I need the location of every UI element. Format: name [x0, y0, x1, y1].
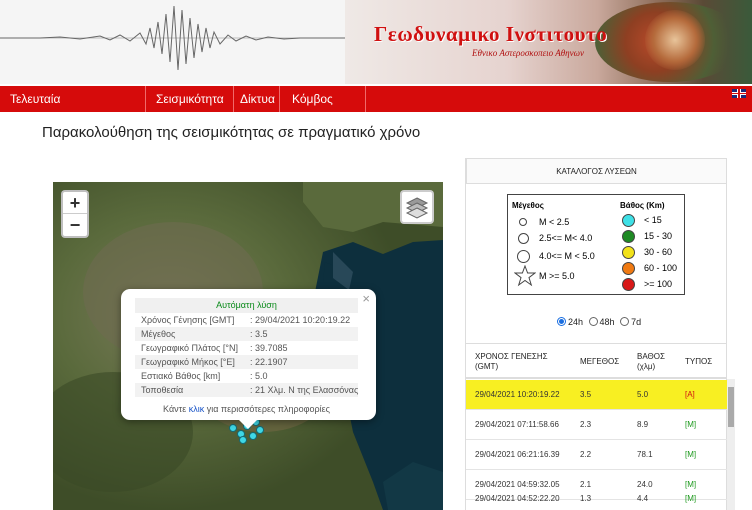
legend-depth-item: 15 - 30 [644, 231, 673, 241]
nav-item-networks[interactable]: Δίκτυα [234, 86, 280, 112]
popup-close-button[interactable]: × [362, 291, 370, 306]
legend-depth-item: < 15 [644, 215, 662, 225]
legend-magnitude-title: Μέγεθος [512, 201, 544, 210]
quake-marker[interactable] [249, 432, 257, 440]
nav-item-announcements[interactable]: Τελευταία Ανακοινωθέντα [4, 86, 146, 132]
table-header: ΧΡΟΝΟΣ ΓΕΝΕΣΗΣ (GMT) ΜΕΓΕΘΟΣ ΒΑΘΟΣ (χλμ)… [466, 343, 727, 379]
mag-medium-icon [518, 233, 529, 244]
depth-dot-icon [622, 246, 635, 259]
col-type: ΤΥΠΟΣ [685, 357, 713, 366]
quake-marker[interactable] [229, 424, 237, 432]
legend-depth-item: >= 100 [644, 279, 673, 289]
legend-depth-item: 60 - 100 [644, 263, 678, 273]
legend-mag-item: 4.0<= M < 5.0 [539, 251, 595, 261]
page-title: Παρακολούθηση της σεισμικότητας σε πραγμ… [42, 124, 421, 141]
table-row[interactable]: 29/04/2021 06:21:16.39 2.2 78.1 [M] [466, 440, 727, 470]
legend-mag-item: M < 2.5 [539, 217, 570, 227]
popup-row-magnitude: Μέγεθος: 3.5 [135, 327, 358, 341]
quake-marker[interactable] [256, 426, 264, 434]
zoom-in-button[interactable]: + [63, 192, 87, 214]
cell-type: [M] [685, 494, 697, 503]
table-row[interactable]: 29/04/2021 04:52:22.20 1.3 4.4 [M] [466, 484, 727, 510]
popup-row-origin-time: Χρόνος Γένησης [GMT]: 29/04/2021 10:20:1… [141, 315, 351, 325]
popup-row-latitude: Γεωγραφικό Πλάτος [°N]: 39.7085 [141, 343, 288, 353]
col-origin-time: ΧΡΟΝΟΣ ΓΕΝΕΣΗΣ (GMT) [475, 352, 548, 371]
nav-item-eida[interactable]: Κόμβος EIDA [286, 86, 366, 132]
cell-magnitude: 2.3 [580, 420, 592, 429]
cell-time: 29/04/2021 06:21:16.39 [475, 450, 560, 459]
popup-row-longitude: Γεωγραφικό Μήκος [°E]: 22.1907 [135, 355, 358, 369]
popup-row-depth: Εστιακό Βάθος [km]: 5.0 [141, 371, 268, 381]
depth-dot-icon [622, 214, 635, 227]
zoom-out-button[interactable]: − [63, 214, 87, 236]
more-info-link[interactable]: κλικ [189, 404, 205, 414]
zoom-control: + − [61, 190, 89, 238]
legend-box: Μέγεθος Βάθος (Km) M < 2.5 2.5<= M< 4.0 … [507, 194, 685, 295]
layers-icon[interactable] [400, 190, 434, 224]
panel-heading: ΚΑΤΑΛΟΓΟΣ ΛΥΣΕΩΝ [466, 158, 727, 184]
popup-row-location: Τοποθεσία: 21 Χλμ. Ν της Ελασσόνας [135, 383, 358, 397]
cell-type: [M] [685, 450, 697, 459]
main-nav: Τελευταία Ανακοινωθέντα Σεισμικότητα Δίκ… [0, 86, 752, 132]
range-option-7d[interactable]: 7d [620, 317, 641, 327]
seismicity-map[interactable]: + − × Αυτόματη λύση Χρόνος Γένησης [GMT]… [53, 182, 443, 510]
cell-depth: 78.1 [637, 450, 653, 459]
solutions-panel: ΚΑΤΑΛΟΓΟΣ ΛΥΣΕΩΝ Μέγεθος Βάθος (Km) M < … [465, 158, 735, 510]
institute-subtitle: Εθνικο Αστεροσκοπειο Αθηνων [472, 48, 584, 58]
cell-depth: 8.9 [637, 420, 649, 429]
star-icon [514, 265, 536, 287]
depth-dot-icon [622, 230, 635, 243]
table-row[interactable]: 29/04/2021 07:11:58.66 2.3 8.9 [M] [466, 410, 727, 440]
mag-large-icon [517, 250, 530, 263]
scrollbar-thumb[interactable] [728, 387, 734, 427]
cell-magnitude: 3.5 [580, 390, 592, 399]
cell-time: 29/04/2021 04:52:22.20 [475, 494, 560, 503]
cell-type: [M] [685, 420, 697, 429]
cell-depth: 5.0 [637, 390, 649, 399]
range-option-48h[interactable]: 48h [588, 317, 615, 327]
site-header: Γεωδυναμικο Ινστιτουτο Εθνικο Αστεροσκοπ… [0, 0, 752, 84]
depth-dot-icon [622, 278, 635, 291]
legend-depth-title: Βάθος (Km) [620, 201, 665, 210]
institute-title[interactable]: Γεωδυναμικο Ινστιτουτο [374, 22, 607, 47]
quake-marker[interactable] [239, 436, 247, 444]
cell-time: 29/04/2021 07:11:58.66 [475, 420, 559, 429]
seismogram-graphic [0, 5, 345, 71]
legend-mag-item: M >= 5.0 [539, 271, 575, 281]
uk-flag-icon[interactable] [732, 89, 746, 98]
table-scrollbar[interactable] [727, 379, 735, 510]
popup-title: Αυτόματη λύση [135, 298, 358, 313]
cell-magnitude: 1.3 [580, 494, 592, 503]
range-option-24h[interactable]: 24h [557, 317, 583, 327]
cell-type: [A] [685, 390, 695, 399]
cell-depth: 4.4 [637, 494, 649, 503]
popup-footer: Κάντε κλικ για περισσότερες πληροφορίες [163, 404, 330, 414]
legend-depth-item: 30 - 60 [644, 247, 673, 257]
col-depth: ΒΑΘΟΣ (χλμ) [637, 352, 665, 371]
table-row[interactable]: 29/04/2021 10:20:19.22 3.5 5.0 [A] [466, 380, 727, 410]
cell-magnitude: 2.2 [580, 450, 592, 459]
mag-small-icon [519, 218, 527, 226]
depth-dot-icon [622, 262, 635, 275]
time-range-selector: 24h 48h 7d [557, 317, 644, 327]
nav-item-seismicity[interactable]: Σεισμικότητα [150, 86, 234, 112]
popup-tip [239, 420, 257, 429]
quake-info-popup: × Αυτόματη λύση Χρόνος Γένησης [GMT]: 29… [121, 289, 376, 429]
legend-mag-item: 2.5<= M< 4.0 [539, 233, 593, 243]
cell-time: 29/04/2021 10:20:19.22 [475, 390, 560, 399]
col-magnitude: ΜΕΓΕΘΟΣ [580, 357, 620, 366]
